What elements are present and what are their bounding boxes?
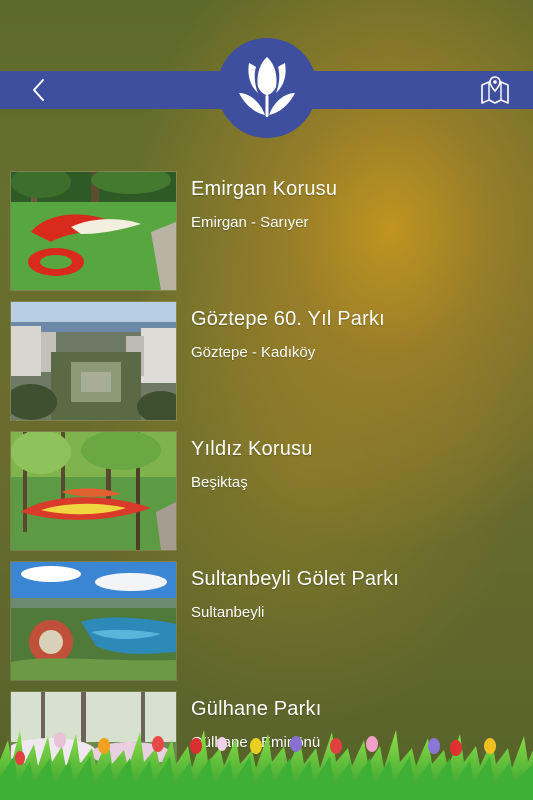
map-button[interactable]: [479, 75, 511, 105]
park-name: Sultanbeyli Gölet Parkı: [191, 568, 400, 590]
park-photo: [11, 302, 176, 420]
app-logo: [217, 38, 317, 138]
park-photo: [11, 692, 176, 800]
park-district: Sultanbeyli: [191, 604, 265, 621]
park-district: Beşiktaş: [191, 474, 248, 491]
park-photo: [11, 172, 176, 290]
list-item[interactable]: Sultanbeyli Gölet Parkı Sultanbeyli: [0, 550, 533, 680]
back-button[interactable]: [26, 77, 52, 103]
list-item[interactable]: Yıldız Korusu Beşiktaş: [0, 420, 533, 550]
park-photo: [11, 562, 176, 680]
park-district: Göztepe - Kadıköy: [191, 344, 316, 361]
list-item[interactable]: Göztepe 60. Yıl Parkı Göztepe - Kadıköy: [0, 290, 533, 420]
app-screen: Emirgan Korusu Emirgan - Sarıyer Göztepe…: [0, 0, 533, 800]
chevron-left-icon: [33, 79, 44, 101]
list-item[interactable]: Emirgan Korusu Emirgan - Sarıyer: [0, 160, 533, 290]
park-name: Emirgan Korusu: [191, 178, 338, 200]
park-district: Emirgan - Sarıyer: [191, 214, 309, 231]
park-list: Emirgan Korusu Emirgan - Sarıyer Göztepe…: [0, 160, 533, 800]
tulip-icon: [239, 57, 295, 117]
park-name: Göztepe 60. Yıl Parkı: [191, 308, 385, 330]
list-item[interactable]: Gülhane Parkı Gülhane - Eminönü: [0, 680, 533, 800]
park-district: Gülhane - Eminönü: [191, 734, 321, 751]
park-name: Gülhane Parkı: [191, 698, 322, 720]
park-name: Yıldız Korusu: [191, 438, 313, 460]
map-pin-icon: [481, 76, 509, 104]
park-photo: [11, 432, 176, 550]
